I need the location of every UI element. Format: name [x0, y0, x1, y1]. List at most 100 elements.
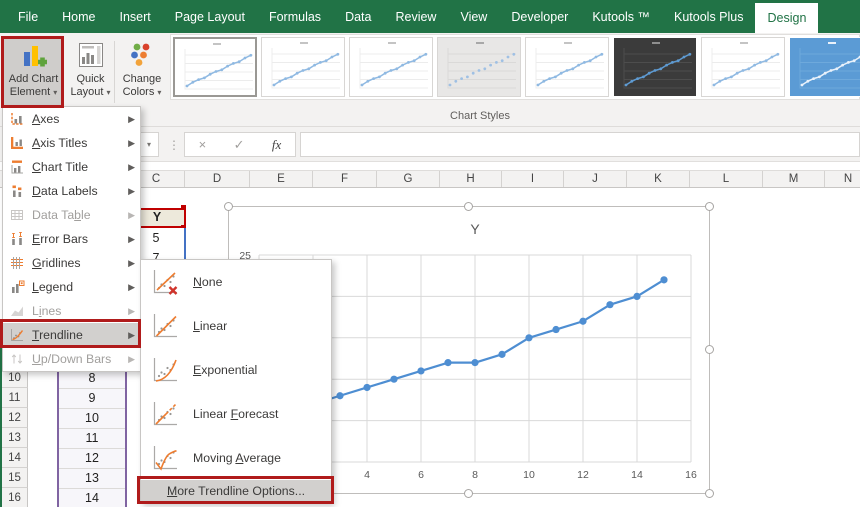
chart-style-thumb-7[interactable] — [701, 37, 785, 97]
menu-item-chart-title[interactable]: Chart Title▶ — [3, 155, 140, 179]
trendline-submenu: None Linear ExponentialLinear ForecastMovi… — [140, 259, 332, 503]
submenu-item-trendline-exponential[interactable]: Exponential — [141, 348, 331, 392]
tab-review[interactable]: Review — [383, 0, 448, 33]
lines-icon — [9, 303, 25, 319]
chart-style-thumb-8[interactable] — [789, 37, 860, 97]
chart-resize-handle[interactable] — [705, 489, 714, 498]
button-label: Add Chart — [9, 73, 59, 86]
tab-kutools-plus[interactable]: Kutools Plus — [662, 0, 755, 33]
trendline-linear-forecast-icon — [150, 399, 180, 429]
menu-item-data-labels[interactable]: Data Labels▶ — [3, 179, 140, 203]
tab-insert[interactable]: Insert — [108, 0, 163, 33]
menu-item-trendline[interactable]: Trendline▶ — [3, 323, 140, 347]
cell-b11[interactable]: 9 — [58, 388, 126, 408]
chart-resize-handle[interactable] — [705, 345, 714, 354]
svg-text:16: 16 — [685, 469, 697, 481]
group-separator — [114, 41, 115, 103]
ribbon-group-label: Chart Styles — [330, 110, 630, 122]
chart-resize-handle[interactable] — [224, 202, 233, 211]
column-header-g[interactable]: G — [377, 171, 440, 187]
column-header-i[interactable]: I — [502, 171, 564, 187]
menu-item-label: Chart Title — [32, 160, 128, 174]
add-chart-element-button[interactable]: Add Chart Element ▾ — [3, 37, 64, 109]
column-header-j[interactable]: J — [564, 171, 627, 187]
change-colors-button[interactable]: Change Colors ▾ — [116, 37, 168, 109]
tab-formulas[interactable]: Formulas — [257, 0, 333, 33]
ribbon-tab-bar: FileHomeInsertPage LayoutFormulasDataRev… — [0, 0, 860, 33]
menu-item-axes[interactable]: Axes▶ — [3, 107, 140, 131]
menu-item-label: Data Table — [32, 208, 128, 222]
column-header-n[interactable]: N — [825, 171, 860, 187]
tab-developer[interactable]: Developer — [499, 0, 580, 33]
column-header-e[interactable]: E — [250, 171, 313, 187]
tab-view[interactable]: View — [448, 0, 499, 33]
menu-item-gridlines[interactable]: Gridlines▶ — [3, 251, 140, 275]
column-header-f[interactable]: F — [313, 171, 377, 187]
submenu-item-trendline-moving-average[interactable]: Moving Average — [141, 436, 331, 480]
tab-page-layout[interactable]: Page Layout — [163, 0, 257, 33]
cell-b13[interactable]: 11 — [58, 428, 126, 448]
chart-style-thumb-3[interactable] — [349, 37, 433, 97]
row-header-15[interactable]: 15 — [2, 468, 28, 488]
cell-b15[interactable]: 13 — [58, 468, 126, 488]
trendline-moving-average-icon — [150, 443, 180, 473]
row-header-14[interactable]: 14 — [2, 448, 28, 468]
row-header-16[interactable]: 16 — [2, 488, 28, 507]
quick-layout-button[interactable]: Quick Layout ▾ — [67, 37, 114, 109]
trendline-none-icon — [150, 267, 180, 297]
submenu-item-trendline-linear-forecast[interactable]: Linear Forecast — [141, 392, 331, 436]
submenu-item-more-trendline-options[interactable]: More Trendline Options... — [141, 480, 331, 502]
tab-home[interactable]: Home — [50, 0, 107, 33]
menu-item-legend[interactable]: Legend▶ — [3, 275, 140, 299]
legend-icon — [9, 279, 25, 295]
add-chart-element-menu: Axes▶Axis Titles▶Chart Title▶Data Labels… — [2, 106, 141, 372]
chart-style-thumb-1[interactable] — [173, 37, 257, 97]
chart-style-thumb-5[interactable] — [525, 37, 609, 97]
tab-kutools[interactable]: Kutools ™ — [580, 0, 662, 33]
row-header-11[interactable]: 11 — [2, 388, 28, 408]
range-handle[interactable] — [181, 205, 186, 210]
chart-style-thumb-6[interactable] — [613, 37, 697, 97]
column-header-h[interactable]: H — [440, 171, 502, 187]
menu-item-error-bars[interactable]: Error Bars▶ — [3, 227, 140, 251]
chart-resize-handle[interactable] — [464, 202, 473, 211]
column-header-m[interactable]: M — [763, 171, 825, 187]
row-header-12[interactable]: 12 — [2, 408, 28, 428]
menu-item-label: Linear — [193, 319, 331, 333]
menu-item-label: Gridlines — [32, 256, 128, 270]
insert-function-button[interactable]: fx — [272, 137, 281, 153]
submenu-arrow-icon: ▶ — [128, 138, 135, 149]
chart-styles-gallery — [170, 34, 860, 100]
cell-b12[interactable]: 10 — [58, 408, 126, 428]
cell-b14[interactable]: 12 — [58, 448, 126, 468]
gridlines-icon — [9, 255, 25, 271]
tab-data[interactable]: Data — [333, 0, 383, 33]
column-header-d[interactable]: D — [185, 171, 250, 187]
updown-bars-icon — [9, 351, 25, 367]
chart-resize-handle[interactable] — [705, 202, 714, 211]
tab-design[interactable]: Design — [755, 3, 818, 33]
name-box-dropdown[interactable]: ▾ — [139, 132, 159, 157]
cell-b16[interactable]: 14 — [58, 488, 126, 507]
svg-text:6: 6 — [418, 469, 424, 481]
column-header-k[interactable]: K — [627, 171, 690, 187]
chevron-down-icon: ▾ — [147, 140, 151, 149]
submenu-item-trendline-linear[interactable]: Linear — [141, 304, 331, 348]
tab-file[interactable]: File — [6, 0, 50, 33]
submenu-arrow-icon: ▶ — [128, 282, 135, 293]
data-table-icon — [9, 207, 25, 223]
button-label: Colors — [123, 86, 155, 98]
enter-button[interactable]: ✓ — [234, 137, 245, 153]
chart-style-thumb-4[interactable] — [437, 37, 521, 97]
menu-item-label: None — [193, 275, 331, 289]
chart-style-thumb-2[interactable] — [261, 37, 345, 97]
formula-input[interactable] — [300, 132, 860, 157]
row-header-13[interactable]: 13 — [2, 428, 28, 448]
submenu-item-trendline-none[interactable]: None — [141, 260, 331, 304]
cancel-button[interactable]: × — [199, 137, 207, 152]
menu-item-label: More Trendline Options... — [167, 484, 305, 498]
chart-resize-handle[interactable] — [464, 489, 473, 498]
menu-item-axis-titles[interactable]: Axis Titles▶ — [3, 131, 140, 155]
column-header-l[interactable]: L — [690, 171, 763, 187]
add-chart-element-icon — [19, 40, 49, 73]
